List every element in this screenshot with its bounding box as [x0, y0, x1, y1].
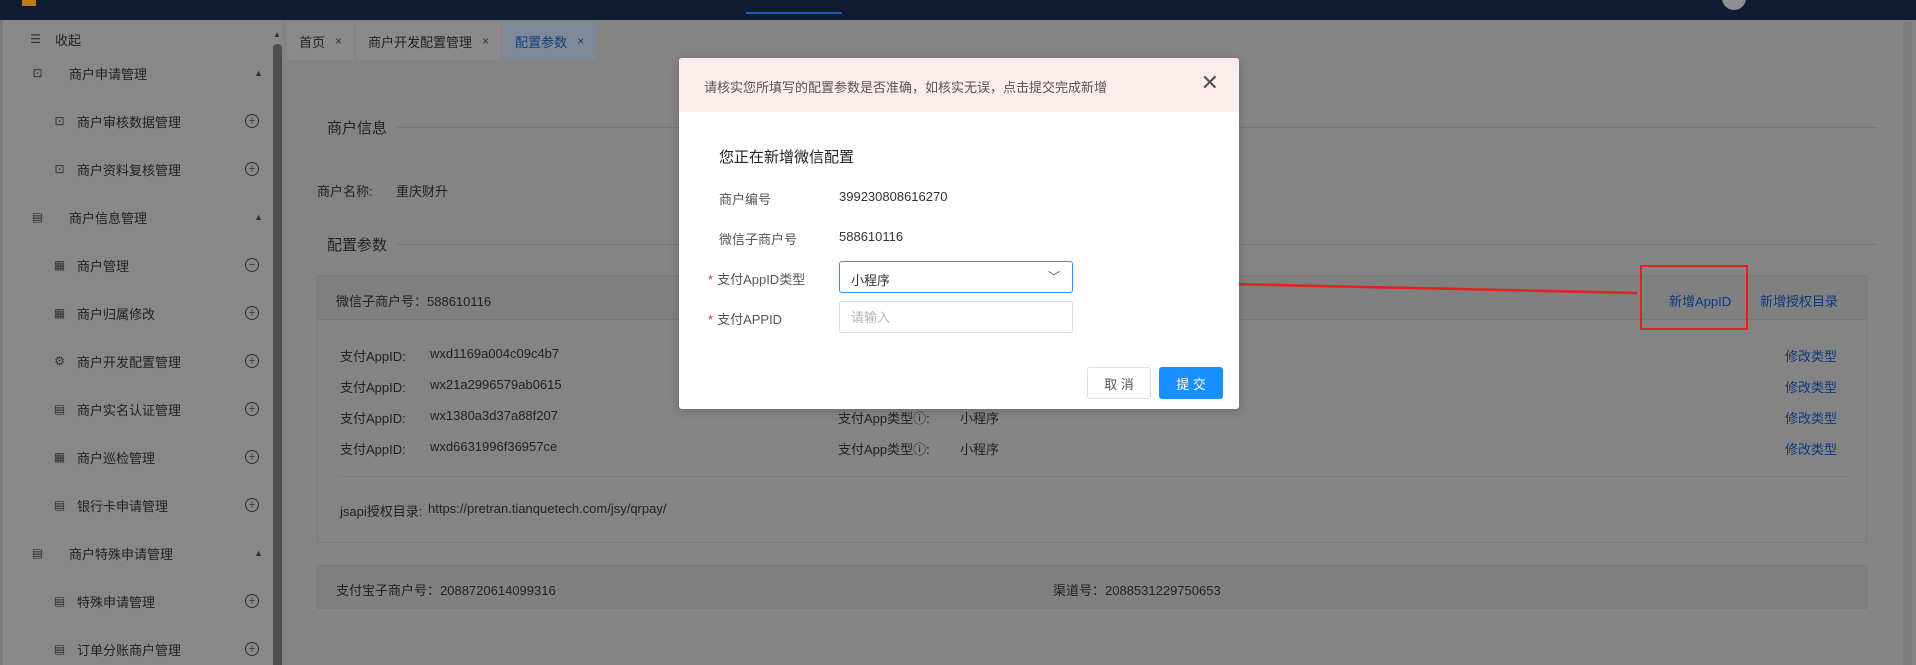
dialog-warning-banner: 请核实您所填写的配置参数是否准确，如核实无误，点击提交完成新增 ✕ [679, 58, 1239, 112]
appid-input-wrapper [839, 301, 1073, 333]
submit-button[interactable]: 提 交 [1159, 367, 1223, 399]
cancel-button[interactable]: 取 消 [1087, 367, 1151, 399]
required-mark: * [708, 272, 714, 287]
appid-type-label-text: 支付AppID类型 [717, 272, 806, 287]
chevron-down-icon: ﹀ [1047, 270, 1060, 284]
wechat-sub-value: 588610116 [839, 229, 904, 244]
wechat-sub-label: 微信子商户号 [719, 232, 798, 247]
appid-label: * 支付APPID [708, 309, 782, 328]
required-mark: * [708, 312, 714, 327]
close-icon[interactable]: ✕ [1201, 72, 1219, 94]
add-wechat-config-dialog: 请核实您所填写的配置参数是否准确，如核实无误，点击提交完成新增 ✕ 您正在新增微… [679, 58, 1239, 409]
appid-input[interactable] [840, 302, 1072, 332]
appid-type-select[interactable]: 小程序 ﹀ [839, 261, 1073, 293]
appid-type-selected-value: 小程序 [851, 273, 891, 288]
appid-label-text: 支付APPID [717, 312, 783, 327]
merchant-no-label: 商户编号 [719, 192, 772, 207]
merchant-no-value: 399230808616270 [839, 189, 948, 204]
dialog-warning-text: 请核实您所填写的配置参数是否准确，如核实无误，点击提交完成新增 [704, 80, 1108, 95]
appid-type-label: * 支付AppID类型 [708, 269, 805, 288]
dialog-subtitle: 您正在新增微信配置 [719, 149, 855, 166]
